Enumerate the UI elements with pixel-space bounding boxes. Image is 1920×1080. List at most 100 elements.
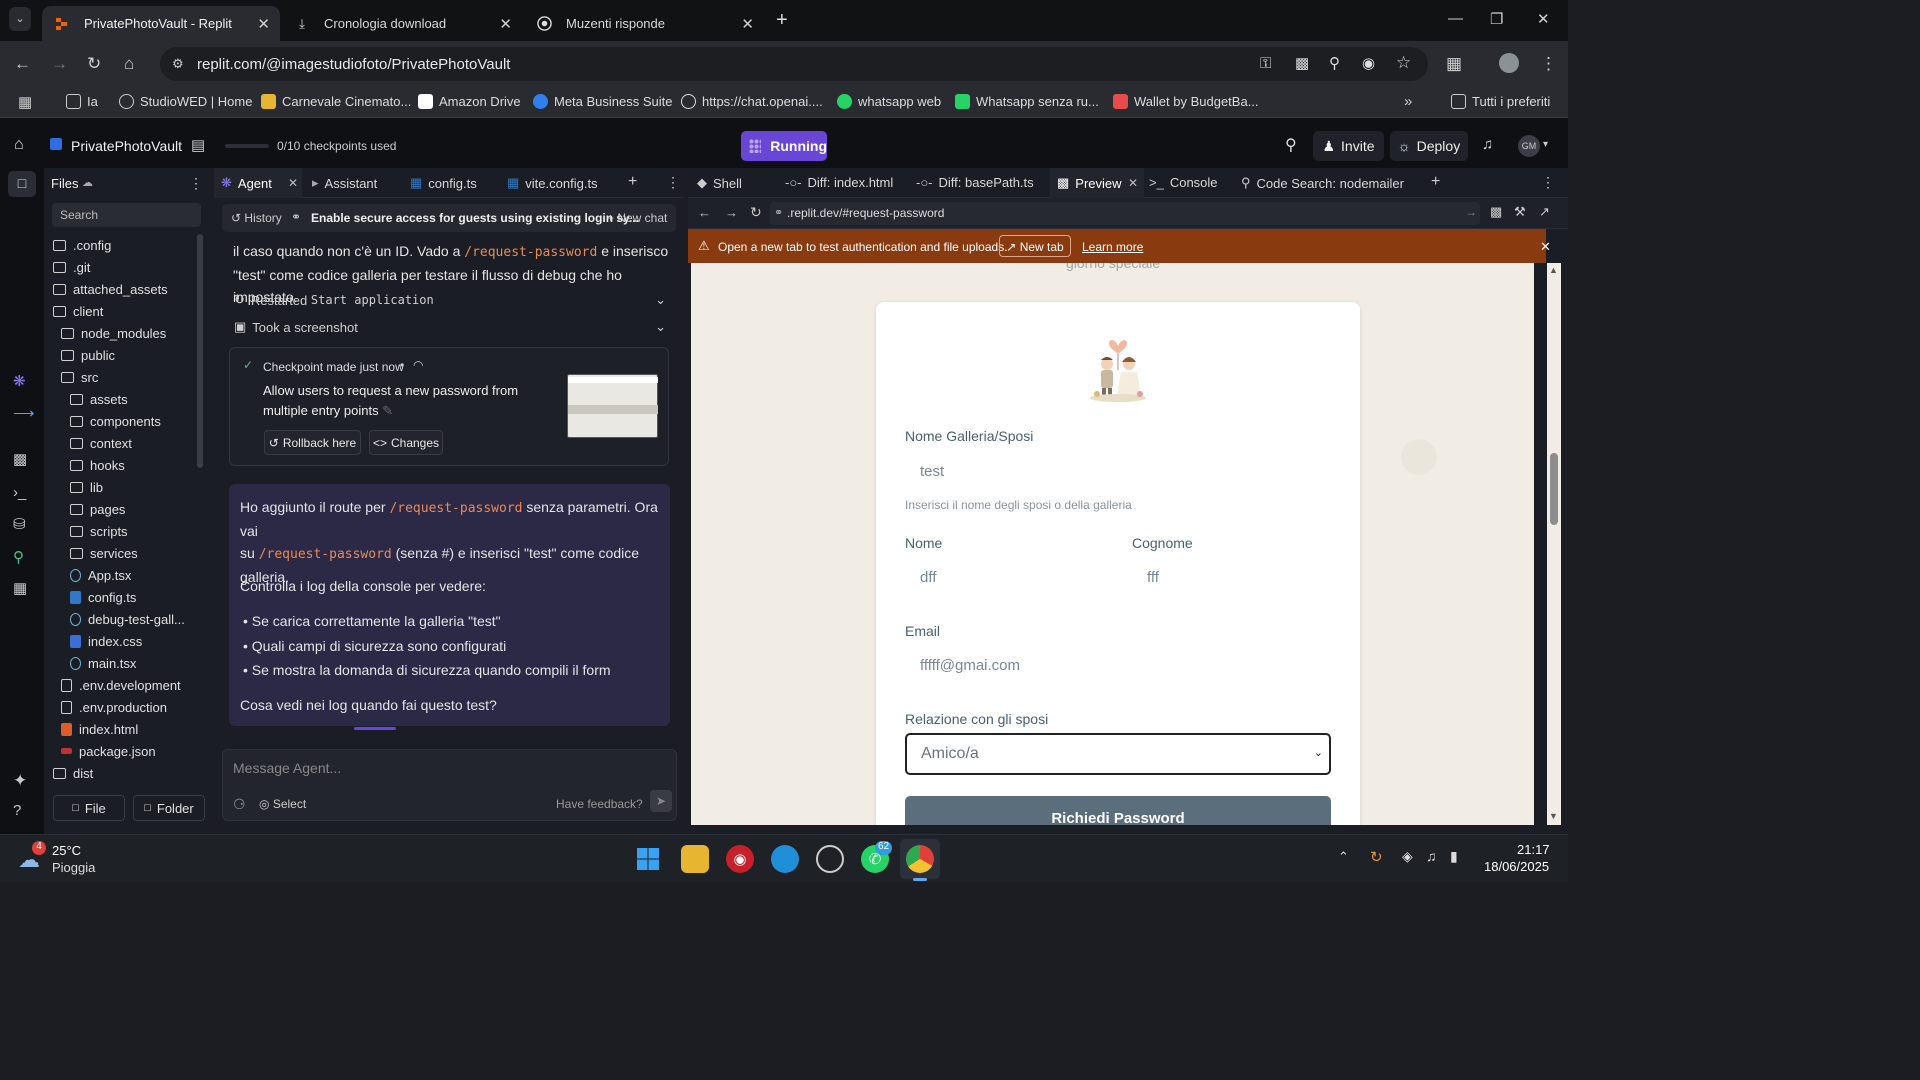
project-menu-icon[interactable]: ▤ — [191, 136, 205, 154]
restarted-row[interactable]: ↻ Restarted Start application ⌄ — [234, 292, 666, 308]
run-button[interactable]: Running — [741, 131, 827, 161]
new-folder-button[interactable]: □ Folder — [133, 795, 205, 821]
devtools-icon[interactable]: ⚒ — [1514, 204, 1526, 220]
home-icon[interactable]: ⌂ — [124, 54, 134, 74]
start-windows-icon[interactable] — [634, 845, 662, 873]
install-app-icon[interactable]: ▩ — [1295, 54, 1309, 72]
close-banner-icon[interactable]: ✕ — [1540, 239, 1551, 255]
tab-diff-basepath[interactable]: -○- Diff: basePath.ts — [916, 175, 1034, 190]
close-tab-icon[interactable]: ✕ — [499, 15, 512, 33]
project-name[interactable]: PrivatePhotoVault — [71, 138, 182, 154]
restore-icon[interactable]: ❐ — [1490, 10, 1503, 28]
search-icon[interactable]: ⚲ — [1285, 135, 1297, 155]
agent-tool-icon[interactable]: ❋ — [13, 372, 26, 390]
bookmark-item[interactable]: whatsapp web — [837, 94, 941, 109]
site-info-icon[interactable]: ⚙ — [172, 56, 184, 72]
deploy-tool-icon[interactable]: ⚲ — [13, 548, 24, 566]
select-button[interactable]: ◎ Select — [259, 797, 306, 811]
password-key-icon[interactable]: ⚿ — [1260, 55, 1271, 72]
changes-button[interactable]: <> Changes — [369, 430, 443, 455]
tabs-menu-icon[interactable]: ⋮ — [666, 174, 680, 191]
tab-shell[interactable]: ◆ Shell — [697, 175, 742, 191]
go-icon[interactable]: → — [1465, 205, 1477, 219]
bookmark-item[interactable]: https://chat.openai.... — [681, 94, 823, 109]
tab-assistant[interactable]: ▸ Assistant — [312, 175, 377, 191]
file-explorer-icon[interactable] — [681, 845, 709, 873]
relation-select[interactable]: Amico/a ⌄ — [905, 733, 1331, 775]
browser-tab-downloads[interactable]: ⤓ Cronologia download ✕ — [282, 6, 522, 41]
eye-off-icon[interactable]: ◉ — [1362, 54, 1375, 72]
files-scrollbar[interactable] — [197, 234, 203, 468]
file-tree-item[interactable]: package.json — [61, 741, 156, 761]
preview-tool-icon[interactable]: ▩ — [13, 450, 27, 468]
tab-code-search[interactable]: ⚲ Code Search: nodemailer — [1241, 175, 1404, 191]
file-tree-item[interactable]: .config — [53, 235, 111, 255]
file-tree-item[interactable]: client — [53, 301, 103, 321]
forward-icon[interactable]: → — [725, 205, 738, 220]
tab-vite-config[interactable]: ▦ vite.config.ts — [507, 175, 598, 191]
bookmark-item[interactable]: Whatsapp senza ru... — [955, 94, 1099, 109]
files-menu-icon[interactable]: ⋮ — [189, 175, 203, 192]
attach-icon[interactable]: ⚆ — [233, 796, 246, 813]
shell-tool-icon[interactable]: ›_ — [13, 484, 26, 501]
workflow-tool-icon[interactable]: ⟶ — [13, 404, 35, 422]
bookmark-item[interactable]: Ia — [66, 94, 98, 109]
new-file-button[interactable]: □ File — [53, 795, 125, 821]
bookmark-star-icon[interactable]: ☆ — [1396, 53, 1411, 73]
bookmark-item[interactable]: StudioWED | Home — [119, 94, 252, 109]
weather-widget[interactable]: ☁ 4 25°C Pioggia — [18, 841, 128, 877]
scroll-down-icon[interactable]: ▼ — [1549, 811, 1558, 821]
browser-tab-replit[interactable]: PrivatePhotoVault - Replit ✕ — [42, 6, 280, 41]
file-tree-item[interactable]: scripts — [70, 521, 128, 541]
close-tab-icon[interactable]: ✕ — [741, 15, 754, 33]
screenshot-row[interactable]: ▣ Took a screenshot ⌄ — [234, 319, 666, 335]
scroll-up-icon[interactable]: ▲ — [1549, 265, 1558, 275]
last-name-input[interactable]: fff — [1147, 569, 1327, 586]
file-tree-item[interactable]: .git — [53, 257, 90, 277]
file-tree-item[interactable]: public — [61, 345, 115, 365]
file-tree-item[interactable]: config.ts — [70, 587, 136, 607]
file-tree-item[interactable]: services — [70, 543, 138, 563]
file-tree-item[interactable]: context — [70, 433, 132, 453]
history-button[interactable]: ↺ History — [231, 211, 282, 225]
reload-icon[interactable]: ↻ — [87, 54, 101, 74]
extensions-icon[interactable]: ▦ — [1446, 54, 1462, 74]
all-bookmarks[interactable]: Tutti i preferiti — [1451, 94, 1550, 109]
file-tree-item[interactable]: pages — [70, 499, 125, 519]
first-name-input[interactable]: dff — [920, 569, 1100, 586]
chrome-icon[interactable] — [906, 845, 934, 873]
obs-icon[interactable] — [816, 845, 844, 873]
bookmark-item[interactable]: Carnevale Cinemato... — [261, 94, 411, 109]
files-tool-icon[interactable]: □ — [8, 171, 36, 197]
preview-scrollbar[interactable]: ▲ ▼ — [1547, 263, 1561, 825]
home-icon[interactable]: ⌂ — [14, 136, 24, 154]
deploy-button[interactable]: ☼ Deploy — [1390, 131, 1468, 161]
security-app-icon[interactable]: ◉ — [726, 845, 754, 873]
file-tree-item[interactable]: hooks — [70, 455, 125, 475]
omnibox[interactable]: ⚙ replit.com/@imagestudiofoto/PrivatePho… — [160, 47, 1428, 81]
tab-config-ts[interactable]: ▦ config.ts — [410, 175, 477, 191]
wifi-icon[interactable]: ◈ — [1402, 848, 1413, 865]
learn-more-link[interactable]: Learn more — [1082, 240, 1143, 254]
close-tab-icon[interactable]: ✕ — [288, 176, 298, 190]
file-tree-item[interactable]: .env.development — [61, 675, 181, 695]
request-password-button[interactable]: Richiedi Password — [905, 796, 1331, 825]
back-icon[interactable]: ← — [14, 54, 31, 74]
send-button[interactable]: ➤ — [650, 790, 672, 812]
tab-search-button[interactable]: ⌄ — [9, 7, 31, 31]
file-tree-item[interactable]: attached_assets — [53, 279, 168, 299]
chevron-down-icon[interactable]: ▾ — [1543, 139, 1548, 150]
message-input[interactable]: Message Agent... — [233, 760, 663, 776]
tray-chevron-up-icon[interactable]: ⌃ — [1338, 849, 1349, 865]
help-icon[interactable]: ? — [13, 802, 21, 819]
bookmark-item[interactable]: Amazon Drive — [418, 94, 521, 109]
file-tree-item[interactable]: assets — [70, 389, 128, 409]
preview-url-input[interactable]: ⚭ .replit.dev/#request-password → — [770, 202, 1480, 225]
thread-title[interactable]: Enable secure access for guests using ex… — [311, 211, 639, 225]
edge-browser-icon[interactable] — [771, 845, 799, 873]
file-tree-item[interactable]: dist — [53, 763, 93, 783]
file-tree-item[interactable]: .env.production — [61, 697, 167, 717]
tabs-menu-icon[interactable]: ⋮ — [1541, 174, 1555, 191]
back-icon[interactable]: ← — [698, 205, 711, 220]
invite-button[interactable]: ♟ Invite — [1313, 131, 1384, 161]
